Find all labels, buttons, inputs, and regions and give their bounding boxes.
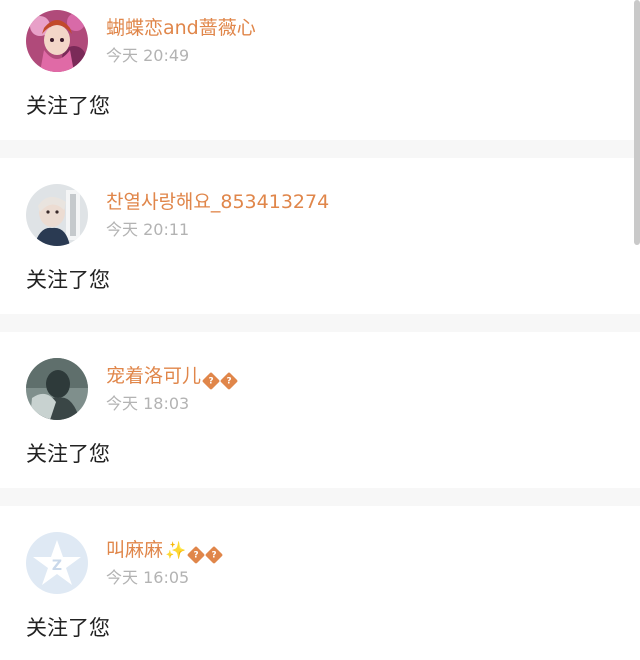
notification-item[interactable]: 宠着洛可儿?? 今天 18:03 关注了您 xyxy=(0,348,640,488)
separator xyxy=(0,488,640,506)
anime-girl-avatar-icon xyxy=(26,10,88,72)
user-avatar[interactable] xyxy=(26,10,88,72)
notification-item[interactable]: Z 叫麻麻 ✨?? 今天 16:05 关注了您 xyxy=(0,522,640,660)
separator xyxy=(0,140,640,158)
username-text: 叫麻麻 xyxy=(106,539,164,561)
notification-message: 关注了您 xyxy=(26,442,110,466)
separator xyxy=(0,314,640,332)
username[interactable]: 蝴蝶恋and蔷薇心 xyxy=(106,16,256,40)
notification-feed: 蝴蝶恋and蔷薇心 今天 20:49 关注了您 찬열사랑해요_853413274… xyxy=(0,0,640,660)
notification-item[interactable]: 찬열사랑해요_853413274 今天 20:11 关注了您 xyxy=(0,174,640,314)
badge-icon: ? xyxy=(201,371,221,391)
notification-message: 关注了您 xyxy=(26,616,110,640)
username[interactable]: 叫麻麻 ✨?? xyxy=(106,538,224,565)
timestamp: 今天 16:05 xyxy=(106,568,190,587)
default-z-avatar-icon: Z xyxy=(26,532,88,594)
timestamp: 今天 20:11 xyxy=(106,220,190,239)
timestamp: 今天 18:03 xyxy=(106,394,190,413)
sparkle-icon: ✨ xyxy=(165,541,187,561)
scrollbar[interactable] xyxy=(634,0,640,245)
person-photo-avatar-icon xyxy=(26,184,88,246)
username[interactable]: 宠着洛可儿?? xyxy=(106,364,239,391)
svg-text:Z: Z xyxy=(52,558,62,574)
notification-message: 关注了您 xyxy=(26,268,110,292)
notification-message: 关注了您 xyxy=(26,94,110,118)
notification-item[interactable]: 蝴蝶恋and蔷薇心 今天 20:49 关注了您 xyxy=(0,0,640,140)
user-avatar[interactable]: Z xyxy=(26,532,88,594)
user-avatar[interactable] xyxy=(26,358,88,420)
username-text: 宠着洛可儿 xyxy=(106,365,202,387)
badge-icon: ? xyxy=(219,371,239,391)
username[interactable]: 찬열사랑해요_853413274 xyxy=(106,190,329,214)
user-avatar[interactable] xyxy=(26,184,88,246)
timestamp: 今天 20:49 xyxy=(106,46,190,65)
badge-icon: ? xyxy=(205,545,224,565)
dark-photo-avatar-icon xyxy=(26,358,88,420)
badge-icon: ? xyxy=(187,545,206,565)
